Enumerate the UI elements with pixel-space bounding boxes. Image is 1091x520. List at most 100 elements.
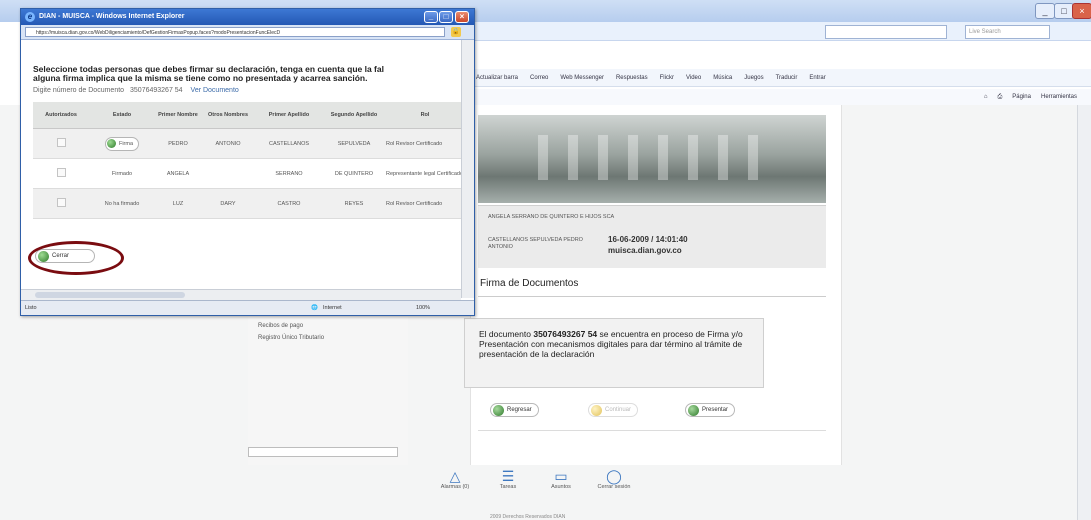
cell-primer-apellido: SERRANO <box>255 158 323 189</box>
folder-icon: ▭ <box>554 468 568 484</box>
cell-otros-nombres: ANTONIO <box>201 128 255 159</box>
footer-asuntos[interactable]: ▭ Asuntos <box>531 468 591 490</box>
print-icon[interactable]: ⎙ <box>997 94 1002 101</box>
scrollbar-thumb[interactable] <box>35 292 185 298</box>
continue-icon <box>591 404 602 416</box>
section-title: Firma de Documentos <box>480 278 579 289</box>
site-domain: muisca.dian.gov.co <box>608 246 682 255</box>
status-zone: Internet <box>323 305 342 311</box>
popup-titlebar: e DIAN - MUISCA - Windows Internet Explo… <box>21 9 474 25</box>
ie-logo-icon: e <box>25 12 35 22</box>
message-prefix: El documento <box>479 329 534 339</box>
popup-title: DIAN - MUISCA - Windows Internet Explore… <box>39 13 185 20</box>
popup-status-bar: Listo 🌐 Internet 100% <box>21 300 474 315</box>
signer-name: CASTELLANOS SEPULVEDA PEDRO ANTONIO <box>488 237 583 250</box>
doc-number: 35076493267 54 <box>130 87 183 94</box>
toolbar-item[interactable]: Video <box>686 75 701 81</box>
browser-toolbar: Actualizar barra Correo Web Messenger Re… <box>470 69 1091 87</box>
col-header: Primer Apellido <box>255 102 323 129</box>
toolbar-item[interactable]: Flickr <box>660 75 674 81</box>
left-panel-scrollbar[interactable] <box>248 447 398 457</box>
page-vertical-scrollbar[interactable] <box>1077 105 1091 520</box>
cell-primer-apellido: CASTELLANOS <box>255 128 323 159</box>
globe-icon: 🌐 <box>311 305 318 311</box>
ver-documento-link[interactable]: Ver Documento <box>191 87 239 94</box>
footer-alarmas[interactable]: △ Alarmas (0) <box>425 468 485 490</box>
popup-horizontal-scrollbar[interactable] <box>21 289 461 300</box>
cell-primer-nombre: LUZ <box>155 188 201 219</box>
table-row: No ha firmado LUZ DARY CASTRO REYES Rol … <box>33 188 465 219</box>
minimize-button[interactable]: _ <box>1035 3 1055 19</box>
close-button[interactable]: × <box>1072 3 1091 19</box>
side-link-recibos[interactable]: Recibos de pago <box>258 323 303 329</box>
header-banner-image <box>478 115 826 203</box>
footer-copyright: 2009 Derechos Reservados DIAN <box>490 514 566 520</box>
footer-tareas[interactable]: ☰ Tareas <box>478 468 538 490</box>
cell-segundo-apellido: SEPULVEDA <box>323 128 385 159</box>
cell-otros-nombres <box>201 158 255 189</box>
col-header: Segundo Apellido <box>323 102 385 129</box>
page-menu[interactable]: Página <box>1012 94 1031 100</box>
popup-minimize-button[interactable]: _ <box>424 11 438 23</box>
cell-estado: No ha firmado <box>89 188 155 219</box>
toolbar-item[interactable]: Música <box>713 75 732 81</box>
home-icon[interactable]: ⌂ <box>984 94 988 100</box>
toolbar-item[interactable]: Juegos <box>744 75 763 81</box>
col-header: Otros Nombres <box>201 102 255 129</box>
presentar-button[interactable]: Presentar <box>685 403 736 417</box>
highlight-annotation-circle <box>28 241 124 275</box>
firma-button[interactable]: Firma <box>104 136 140 151</box>
popup-url-field[interactable]: https://muisca.dian.gov.co/WebDiligencia… <box>25 27 445 37</box>
cell-otros-nombres: DARY <box>201 188 255 219</box>
address-input[interactable] <box>825 25 947 39</box>
cell-rol: Rol Revisor Certificado <box>385 188 465 219</box>
toolbar-item[interactable]: Traducir <box>776 75 798 81</box>
company-name: ANGELA SERRANO DE QUINTERO E HIJOS SCA <box>488 214 615 220</box>
lock-icon[interactable]: 🔒 <box>451 27 461 37</box>
maximize-button[interactable]: □ <box>1054 3 1074 19</box>
status-text: Listo <box>25 305 37 311</box>
autorizado-checkbox[interactable] <box>56 138 66 147</box>
signers-table: Autorizados Estado Primer Nombre Otros N… <box>33 102 465 219</box>
search-input[interactable]: Live Search <box>965 25 1050 39</box>
cell-rol: Rol Revisor Certificado <box>385 128 465 159</box>
status-message-box: El documento 35076493267 54 se encuentra… <box>464 318 764 388</box>
message-doc-number: 35076493267 54 <box>533 329 598 339</box>
col-header: Autorizados <box>33 102 89 129</box>
table-row: Firma PEDRO ANTONIO CASTELLANOS SEPULVED… <box>33 128 465 159</box>
popup-close-button[interactable]: × <box>455 11 469 23</box>
forward-icon <box>688 404 699 416</box>
toolbar-item[interactable]: Actualizar barra <box>476 75 518 81</box>
popup-address-bar: https://muisca.dian.gov.co/WebDiligencia… <box>21 25 474 40</box>
session-info-box: ANGELA SERRANO DE QUINTERO E HIJOS SCA C… <box>478 205 826 268</box>
table-row: Firmado ANGELA SERRANO DE QUINTERO Repre… <box>33 158 465 189</box>
popup-window: e DIAN - MUISCA - Windows Internet Explo… <box>20 8 475 316</box>
document-number-line: Digite número de Documento 35076493267 5… <box>33 87 239 94</box>
alarm-icon: △ <box>449 468 461 484</box>
tasks-icon: ☰ <box>501 468 515 484</box>
regresar-button[interactable]: Regresar <box>490 403 539 417</box>
browser-command-bar: ⌂ ⎙ Página Herramientas <box>470 89 1091 105</box>
cell-segundo-apellido: DE QUINTERO <box>323 158 385 189</box>
col-header: Estado <box>89 102 155 129</box>
doc-label: Digite número de Documento <box>33 87 125 94</box>
footer-cerrar-sesion[interactable]: ◯ Cerrar sesión <box>584 468 644 490</box>
cell-segundo-apellido: REYES <box>323 188 385 219</box>
content-divider <box>478 430 826 431</box>
cell-estado: Firmado <box>89 158 155 189</box>
side-link-rut[interactable]: Registro Único Tributario <box>258 335 324 341</box>
table-header-row: Autorizados Estado Primer Nombre Otros N… <box>33 102 465 129</box>
toolbar-item[interactable]: Correo <box>530 75 548 81</box>
popup-maximize-button[interactable]: □ <box>439 11 453 23</box>
sign-icon <box>106 139 116 148</box>
zoom-level[interactable]: 100% <box>416 301 430 315</box>
toolbar-item[interactable]: Entrar <box>809 75 825 81</box>
autorizado-checkbox[interactable] <box>56 198 66 207</box>
autorizado-checkbox[interactable] <box>56 168 66 177</box>
tools-menu[interactable]: Herramientas <box>1041 94 1077 100</box>
popup-vertical-scrollbar[interactable] <box>461 40 474 298</box>
continuar-button[interactable]: Continuar <box>588 403 639 417</box>
toolbar-item[interactable]: Respuestas <box>616 75 648 81</box>
cell-rol: Representante legal Certificado <box>385 158 465 189</box>
toolbar-item[interactable]: Web Messenger <box>560 75 604 81</box>
